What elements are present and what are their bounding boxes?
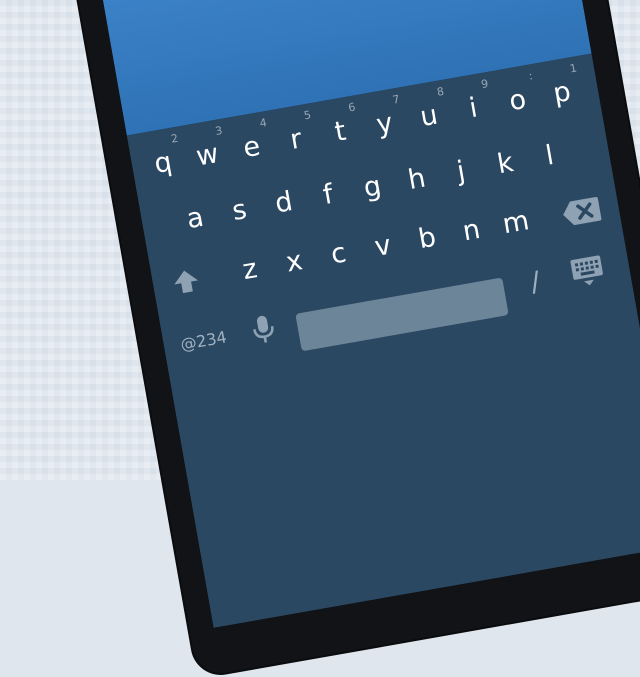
key-v[interactable]: v — [358, 217, 408, 276]
backspace-icon — [560, 194, 604, 229]
key-hint: : — [528, 70, 534, 82]
phone-device: 2 q 3 w 4 e 5 r 6 t — [66, 0, 640, 677]
key-label: r — [288, 123, 304, 155]
key-s[interactable]: s — [214, 182, 264, 241]
key-hint: 9 — [480, 78, 489, 91]
key-g[interactable]: g — [347, 158, 397, 217]
shift-key[interactable] — [159, 252, 213, 311]
key-o[interactable]: : o — [493, 72, 543, 131]
key-label: o — [507, 84, 529, 117]
key-c[interactable]: c — [313, 225, 363, 284]
phone-screen: 2 q 3 w 4 e 5 r 6 t — [96, 0, 640, 628]
key-z[interactable]: z — [225, 241, 275, 300]
key-label: i — [467, 92, 480, 124]
key-a[interactable]: a — [170, 190, 220, 249]
key-m[interactable]: m — [491, 194, 541, 253]
key-hint: 7 — [392, 94, 401, 107]
key-hint: 2 — [170, 133, 179, 146]
hide-keyboard-key[interactable] — [559, 244, 617, 304]
key-i[interactable]: 9 i — [448, 80, 498, 139]
keyboard-hide-icon — [568, 253, 607, 290]
key-t[interactable]: 6 t — [315, 103, 365, 162]
key-hint: 5 — [303, 109, 312, 122]
key-e[interactable]: 4 e — [227, 119, 277, 178]
key-label: e — [241, 131, 263, 164]
delete-key[interactable] — [553, 182, 611, 242]
key-hint: 8 — [436, 86, 445, 99]
key-f[interactable]: f — [303, 166, 353, 225]
key-x[interactable]: x — [269, 233, 319, 292]
key-hint: 4 — [259, 117, 268, 130]
key-label: t — [332, 116, 348, 148]
key-d[interactable]: d — [259, 174, 309, 233]
slash-key[interactable]: / — [510, 254, 560, 313]
soft-keyboard: 2 q 3 w 4 e 5 r 6 t — [127, 54, 640, 628]
key-k[interactable]: k — [480, 135, 530, 194]
key-r[interactable]: 5 r — [271, 111, 321, 170]
key-y[interactable]: 7 y — [360, 95, 410, 154]
microphone-icon — [250, 313, 277, 346]
mic-key[interactable] — [237, 301, 291, 360]
key-p[interactable]: 1 p — [537, 64, 587, 123]
key-label: p — [551, 76, 573, 110]
key-n[interactable]: n — [446, 202, 496, 261]
key-label: y — [374, 107, 395, 140]
key-h[interactable]: h — [392, 151, 442, 210]
key-label: q — [152, 146, 174, 180]
key-b[interactable]: b — [402, 210, 452, 269]
key-label: w — [194, 138, 221, 172]
key-j[interactable]: j — [436, 143, 486, 202]
key-q[interactable]: 2 q — [138, 134, 188, 193]
key-w[interactable]: 3 w — [182, 127, 232, 186]
symbols-key[interactable]: @234 — [170, 310, 238, 372]
shift-arrow-icon — [170, 265, 202, 297]
key-hint: 6 — [347, 101, 356, 114]
key-hint: 1 — [569, 62, 578, 75]
key-u[interactable]: 8 u — [404, 87, 454, 146]
key-l[interactable]: l — [525, 127, 575, 186]
key-hint: 3 — [214, 125, 223, 138]
key-label: u — [418, 99, 440, 133]
